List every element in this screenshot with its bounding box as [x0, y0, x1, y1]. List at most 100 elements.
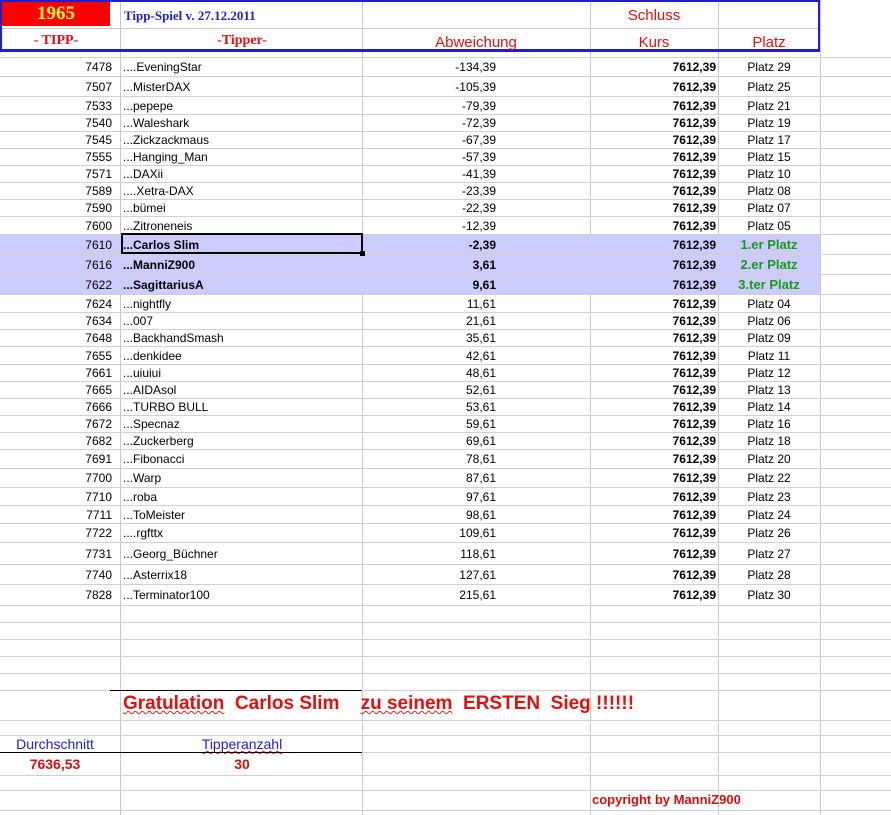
abweichung-cell[interactable]: 118,61 [362, 543, 590, 564]
tipper-cell[interactable]: ...AIDAsol [122, 382, 362, 398]
tipp-cell[interactable]: 7711 [0, 506, 120, 523]
platz-cell[interactable]: Platz 08 [718, 183, 820, 199]
tipp-cell[interactable]: 7682 [0, 433, 120, 449]
header-abweichung[interactable]: Abweichung [362, 34, 590, 51]
tipper-cell[interactable]: ...nightfly [122, 295, 362, 312]
year-cell[interactable]: 1965 [2, 2, 110, 26]
durchschnitt-label[interactable]: Durchschnitt [0, 736, 110, 752]
tipp-cell[interactable]: 7740 [0, 565, 120, 584]
tipp-cell[interactable]: 7555 [0, 149, 120, 165]
kurs-cell[interactable]: 7612,39 [590, 97, 718, 114]
kurs-cell[interactable]: 7612,39 [590, 295, 718, 312]
kurs-cell[interactable]: 7612,39 [590, 347, 718, 364]
kurs-cell[interactable]: 7612,39 [590, 313, 718, 329]
tipp-cell[interactable]: 7672 [0, 416, 120, 432]
platz-cell[interactable]: Platz 11 [718, 347, 820, 364]
tipp-cell[interactable]: 7722 [0, 524, 120, 542]
kurs-cell[interactable]: 7612,39 [590, 433, 718, 449]
platz-cell[interactable]: Platz 25 [718, 77, 820, 96]
abweichung-cell[interactable]: -72,39 [362, 115, 590, 131]
platz-cell[interactable]: Platz 20 [718, 450, 820, 468]
tipper-cell[interactable]: ...Georg_Büchner [122, 543, 362, 564]
tipperanzahl-value[interactable]: 30 [122, 756, 362, 772]
abweichung-cell[interactable]: 97,61 [362, 488, 590, 505]
tipper-cell[interactable]: ....EveningStar [122, 58, 362, 76]
tipp-cell[interactable]: 7710 [0, 488, 120, 505]
tipp-cell[interactable]: 7666 [0, 399, 120, 415]
tipper-cell[interactable]: ...TURBO BULL [122, 399, 362, 415]
kurs-cell[interactable]: 7612,39 [590, 58, 718, 76]
tipp-cell[interactable]: 7478 [0, 58, 120, 76]
tipper-cell[interactable]: ...SagittariusA [122, 275, 362, 294]
tipper-cell[interactable]: ...pepepe [122, 97, 362, 114]
platz-cell[interactable]: Platz 29 [718, 58, 820, 76]
platz-cell[interactable]: Platz 30 [718, 585, 820, 605]
abweichung-cell[interactable]: -57,39 [362, 149, 590, 165]
kurs-cell[interactable]: 7612,39 [590, 585, 718, 605]
tipper-cell[interactable]: ...Specnaz [122, 416, 362, 432]
platz-cell[interactable]: Platz 09 [718, 330, 820, 346]
abweichung-cell[interactable]: -134,39 [362, 58, 590, 76]
kurs-cell[interactable]: 7612,39 [590, 365, 718, 381]
kurs-cell[interactable]: 7612,39 [590, 543, 718, 564]
abweichung-cell[interactable]: 59,61 [362, 416, 590, 432]
abweichung-cell[interactable]: -67,39 [362, 132, 590, 148]
tipp-cell[interactable]: 7507 [0, 77, 120, 96]
abweichung-cell[interactable]: 109,61 [362, 524, 590, 542]
kurs-cell[interactable]: 7612,39 [590, 506, 718, 523]
tipper-cell[interactable]: ...Waleshark [122, 115, 362, 131]
abweichung-cell[interactable]: 69,61 [362, 433, 590, 449]
tipper-cell[interactable]: ...ManniZ900 [122, 255, 362, 274]
kurs-cell[interactable]: 7612,39 [590, 200, 718, 216]
tipp-cell[interactable]: 7700 [0, 469, 120, 487]
abweichung-cell[interactable]: 9,61 [362, 275, 590, 294]
kurs-cell[interactable]: 7612,39 [590, 115, 718, 131]
kurs-cell[interactable]: 7612,39 [590, 399, 718, 415]
platz-cell[interactable]: Platz 04 [718, 295, 820, 312]
tipp-cell[interactable]: 7648 [0, 330, 120, 346]
kurs-cell[interactable]: 7612,39 [590, 255, 718, 274]
tipper-cell[interactable]: ...DAXii [122, 166, 362, 182]
platz-cell[interactable]: Platz 18 [718, 433, 820, 449]
tipper-cell[interactable]: ....Xetra-DAX [122, 183, 362, 199]
abweichung-cell[interactable]: 127,61 [362, 565, 590, 584]
platz-cell[interactable]: Platz 13 [718, 382, 820, 398]
kurs-cell[interactable]: 7612,39 [590, 382, 718, 398]
platz-cell[interactable]: 3.ter Platz [718, 275, 820, 294]
platz-cell[interactable]: Platz 19 [718, 115, 820, 131]
platz-cell[interactable]: Platz 05 [718, 217, 820, 234]
abweichung-cell[interactable]: -41,39 [362, 166, 590, 182]
tipp-cell[interactable]: 7661 [0, 365, 120, 381]
header-tipper[interactable]: -Tipper- [122, 33, 362, 49]
platz-cell[interactable]: Platz 23 [718, 488, 820, 505]
kurs-cell[interactable]: 7612,39 [590, 235, 718, 254]
tipp-cell[interactable]: 7590 [0, 200, 120, 216]
tipper-cell[interactable]: ...MisterDAX [122, 77, 362, 96]
kurs-cell[interactable]: 7612,39 [590, 469, 718, 487]
tipper-cell[interactable]: ...bümei [122, 200, 362, 216]
platz-cell[interactable]: Platz 10 [718, 166, 820, 182]
abweichung-cell[interactable]: 87,61 [362, 469, 590, 487]
kurs-cell[interactable]: 7612,39 [590, 183, 718, 199]
abweichung-cell[interactable]: 21,61 [362, 313, 590, 329]
kurs-cell[interactable]: 7612,39 [590, 149, 718, 165]
tipp-cell[interactable]: 7533 [0, 97, 120, 114]
kurs-cell[interactable]: 7612,39 [590, 77, 718, 96]
abweichung-cell[interactable]: 11,61 [362, 295, 590, 312]
kurs-cell[interactable]: 7612,39 [590, 132, 718, 148]
kurs-cell[interactable]: 7612,39 [590, 217, 718, 234]
selected-cell-cursor[interactable] [121, 233, 365, 256]
abweichung-cell[interactable]: 53,61 [362, 399, 590, 415]
tipp-cell[interactable]: 7624 [0, 295, 120, 312]
platz-cell[interactable]: 1.er Platz [718, 235, 820, 254]
abweichung-cell[interactable]: 3,61 [362, 255, 590, 274]
tipp-cell[interactable]: 7600 [0, 217, 120, 234]
tipper-cell[interactable]: ...Warp [122, 469, 362, 487]
abweichung-cell[interactable]: -23,39 [362, 183, 590, 199]
tipp-cell[interactable]: 7828 [0, 585, 120, 605]
tipper-cell[interactable]: ...Hanging_Man [122, 149, 362, 165]
kurs-cell[interactable]: 7612,39 [590, 330, 718, 346]
kurs-cell[interactable]: 7612,39 [590, 565, 718, 584]
kurs-cell[interactable]: 7612,39 [590, 166, 718, 182]
kurs-cell[interactable]: 7612,39 [590, 416, 718, 432]
